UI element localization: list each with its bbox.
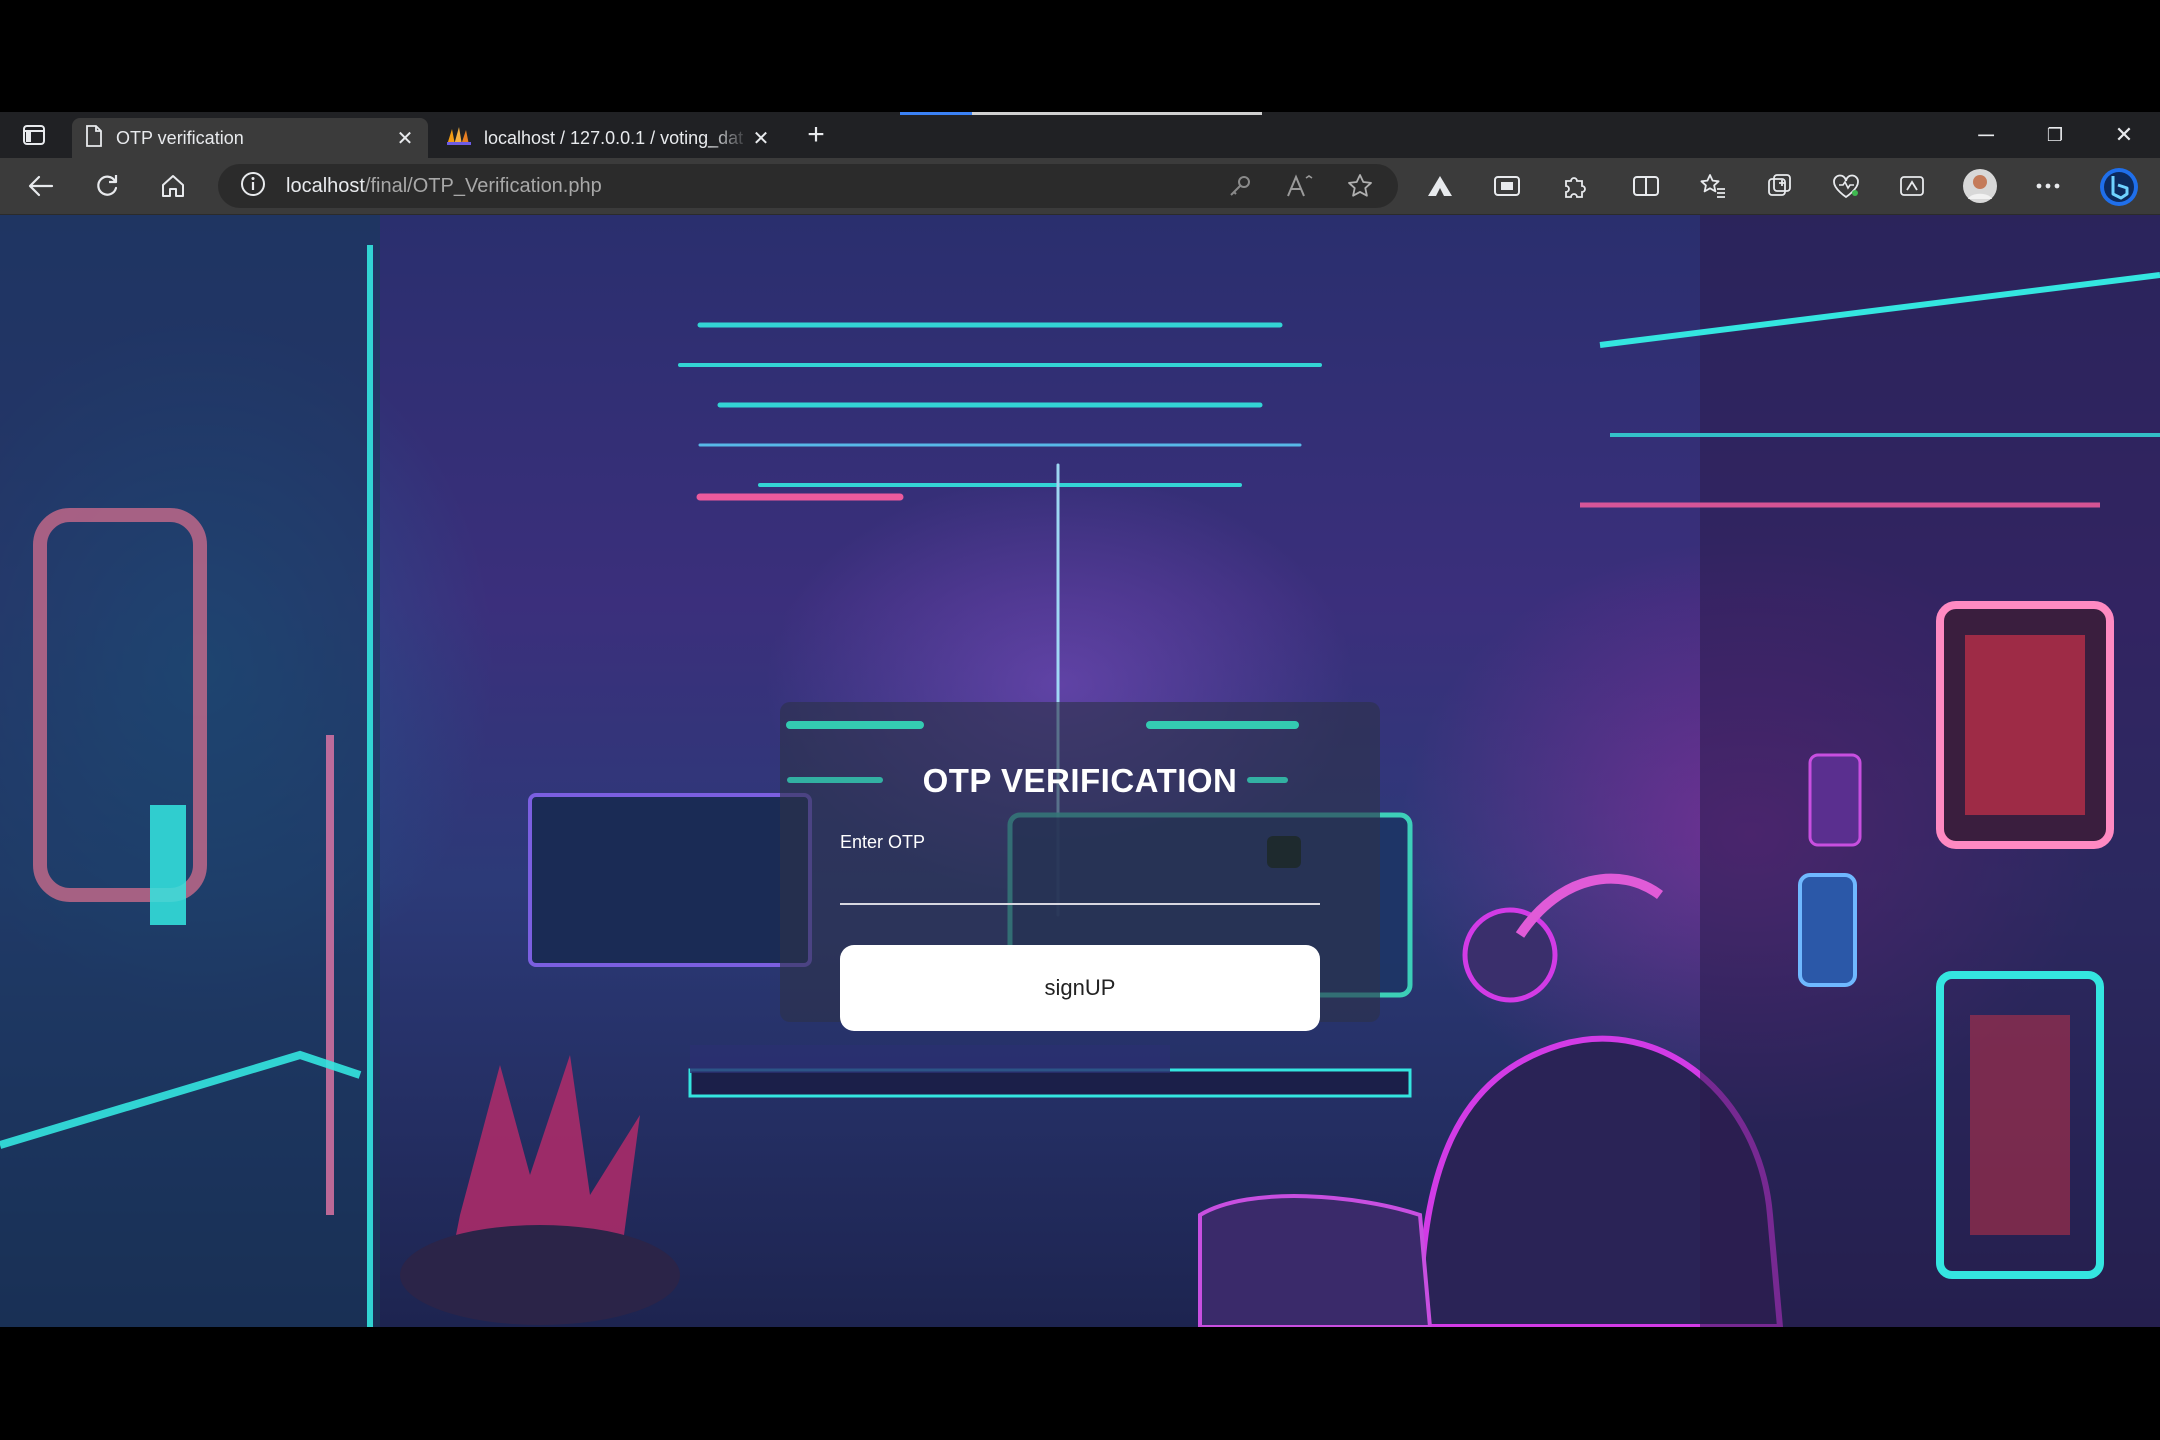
url-path: /final/OTP_Verification.php: [364, 174, 602, 197]
key-icon[interactable]: [1224, 170, 1256, 202]
bing-copilot-icon[interactable]: [2098, 166, 2140, 208]
password-reveal-icon[interactable]: [1267, 836, 1301, 868]
browser-essentials-icon[interactable]: [1830, 170, 1862, 202]
tab-title: OTP verification: [116, 127, 244, 148]
restore-button[interactable]: ❐: [2033, 120, 2077, 150]
url-host: localhost: [286, 174, 365, 197]
phpmyadmin-icon: [446, 126, 472, 151]
otp-label: Enter OTP: [840, 832, 926, 852]
extension-screen-icon[interactable]: [1491, 170, 1523, 202]
read-aloud-icon[interactable]: [1284, 170, 1316, 202]
loading-bar-progress: [900, 112, 972, 115]
new-tab-button[interactable]: +: [802, 120, 830, 150]
tab-actions-icon[interactable]: [22, 124, 46, 146]
minimize-button[interactable]: ─: [1964, 120, 2008, 150]
split-screen-icon[interactable]: [1630, 170, 1662, 202]
screenshot-icon[interactable]: [1896, 170, 1928, 202]
extension-mountain-icon[interactable]: [1424, 170, 1456, 202]
signup-button[interactable]: signUP: [840, 945, 1320, 1031]
more-options-icon[interactable]: [2032, 170, 2064, 202]
tab-title: localhost / 127.0.0.1 / voting_dat: [484, 127, 744, 148]
web-page: OTP VERIFICATION Enter OTP signUP: [0, 215, 2160, 1327]
tab-phpmyadmin[interactable]: localhost / 127.0.0.1 / voting_dat ✕: [434, 118, 784, 158]
profile-avatar[interactable]: [1962, 168, 1998, 204]
otp-input[interactable]: [840, 857, 1320, 905]
site-info-icon[interactable]: [240, 171, 266, 202]
close-tab-icon[interactable]: ✕: [394, 127, 416, 150]
browser-window: OTP verification ✕ localhost / 127.0.0.1…: [0, 112, 2160, 1327]
address-bar[interactable]: localhost/final/OTP_Verification.php: [218, 164, 1398, 208]
close-tab-icon[interactable]: ✕: [750, 127, 772, 150]
home-icon[interactable]: [157, 170, 189, 202]
extensions-puzzle-icon[interactable]: [1558, 170, 1590, 202]
favorite-star-icon[interactable]: [1344, 170, 1376, 202]
tab-otp-verification[interactable]: OTP verification ✕: [72, 118, 428, 158]
tab-strip: OTP verification ✕ localhost / 127.0.0.1…: [0, 112, 2160, 158]
back-arrow-icon[interactable]: [25, 170, 57, 202]
document-icon: [84, 124, 104, 152]
favorites-icon[interactable]: [1697, 170, 1729, 202]
collections-icon[interactable]: [1764, 170, 1796, 202]
page-title: OTP VERIFICATION: [922, 762, 1238, 799]
close-window-button[interactable]: ✕: [2102, 120, 2146, 150]
otp-card: OTP VERIFICATION Enter OTP signUP: [780, 702, 1380, 1031]
refresh-icon[interactable]: [91, 170, 123, 202]
browser-toolbar: localhost/final/OTP_Verification.php: [0, 158, 2160, 215]
